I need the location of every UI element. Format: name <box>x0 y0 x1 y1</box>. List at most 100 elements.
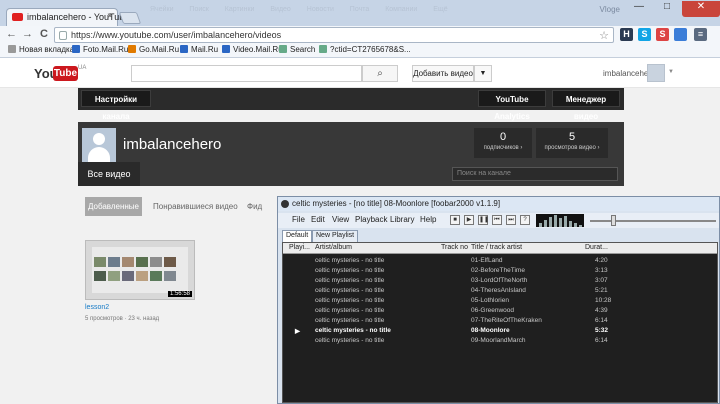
forward-arrow-icon[interactable]: → <box>22 28 33 40</box>
video-title-link[interactable]: lesson2 <box>85 304 109 311</box>
playlist-row[interactable]: celtic mysteries - no title 04-TheresAnI… <box>283 286 717 296</box>
menu-library[interactable]: Library <box>390 215 414 224</box>
new-tab-button[interactable] <box>118 12 142 24</box>
back-arrow-icon[interactable]: ← <box>6 28 17 40</box>
bookmark-star-icon[interactable]: ☆ <box>599 29 609 42</box>
bookmark-label: ?ctid=CT2765678&S... <box>330 45 411 54</box>
track-duration: 6:14 <box>595 317 608 324</box>
track-duration: 4:39 <box>595 307 608 314</box>
column-duration[interactable]: Durat... <box>585 244 608 251</box>
skype-extension-icon[interactable]: S <box>638 28 651 41</box>
bookmark-item[interactable]: Новая вкладка <box>8 45 74 54</box>
track-artist: celtic mysteries - no title <box>315 297 385 304</box>
track-title: 04-TheresAnIsland <box>471 287 526 294</box>
filter-feed[interactable]: Фид <box>247 197 262 216</box>
column-playing[interactable]: Playi... <box>289 244 310 251</box>
playlist-row[interactable]: celtic mysteries - no title 03-LordOfThe… <box>283 276 717 286</box>
column-title[interactable]: Title / track artist <box>471 244 522 251</box>
thumb-tile <box>122 271 134 281</box>
tab-new-playlist[interactable]: New Playlist <box>312 230 359 242</box>
thumb-tile <box>108 257 120 267</box>
playlist-row[interactable]: celtic mysteries - no title 06-Greenwood… <box>283 306 717 316</box>
track-artist: celtic mysteries - no title <box>315 307 385 314</box>
track-duration: 5:21 <box>595 287 608 294</box>
search-icon: ⌕ <box>377 68 383 79</box>
browser-tab[interactable]: imbalancehero - YouTube × <box>6 8 129 26</box>
spectrum-bar <box>549 217 552 227</box>
bookmark-item[interactable]: Mail.Ru <box>180 45 218 54</box>
next-icon[interactable]: ⏭ <box>506 215 516 225</box>
filter-liked[interactable]: Понравившиеся видео <box>153 197 238 216</box>
tab-all-videos[interactable]: Все видео <box>78 162 140 186</box>
subscribers-stat[interactable]: 0 подписчиков › <box>474 128 532 158</box>
minimize-button[interactable]: — <box>626 1 652 17</box>
playlist-row[interactable]: celtic mysteries - no title 01-ElfLand 4… <box>283 256 717 266</box>
bookmark-item[interactable]: Video.Mail.Ru <box>222 45 283 54</box>
playlist-row-now-playing[interactable]: ▶ celtic mysteries - no title 08-Moonlor… <box>283 326 717 336</box>
track-duration: 4:20 <box>595 257 608 264</box>
avatar[interactable] <box>647 64 665 82</box>
reload-icon[interactable]: C <box>40 28 48 40</box>
extension-h-icon[interactable]: H <box>620 28 633 41</box>
bookmark-item[interactable]: Foto.Mail.Ru <box>72 45 128 54</box>
track-duration: 10:28 <box>595 297 612 304</box>
bookmark-item[interactable]: Search <box>279 45 315 54</box>
maximize-button[interactable]: □ <box>654 1 680 17</box>
seek-handle[interactable] <box>611 215 616 226</box>
pause-icon[interactable]: ❚❚ <box>478 215 489 225</box>
menu-help[interactable]: Help <box>420 215 436 224</box>
spectrum-visualizer <box>536 214 584 227</box>
channel-avatar[interactable] <box>82 128 116 162</box>
bookmark-label: Go.Mail.Ru <box>139 45 180 54</box>
channel-settings-button[interactable]: Настройки канала <box>81 90 151 121</box>
play-icon[interactable]: ▶ <box>464 215 474 225</box>
tab-close-icon[interactable]: × <box>107 11 113 22</box>
views-stat[interactable]: 5 просмотров видео › <box>536 128 608 158</box>
column-artist-album[interactable]: Artist/album <box>315 244 352 251</box>
extension-blue-icon[interactable] <box>674 28 687 41</box>
column-track-no[interactable]: Track no <box>441 244 468 251</box>
bookmark-item[interactable]: ?ctid=CT2765678&S... <box>319 45 411 54</box>
channel-search-input[interactable]: Поиск на канале <box>452 167 618 181</box>
thumb-tile <box>108 271 120 281</box>
profile-label[interactable]: Vloge <box>600 5 620 14</box>
track-duration: 5:32 <box>595 327 609 334</box>
close-window-button[interactable]: ✕ <box>682 1 720 17</box>
chevron-down-icon[interactable]: ▼ <box>668 69 674 75</box>
video-mailru-icon <box>222 45 230 53</box>
video-manager-button[interactable]: Менеджер видео <box>552 90 620 121</box>
menu-view[interactable]: View <box>332 215 349 224</box>
menu-playback[interactable]: Playback <box>355 215 387 224</box>
upload-dropdown-button[interactable]: ▼ <box>474 65 492 82</box>
search-button[interactable]: ⌕ <box>362 65 398 82</box>
menu-file[interactable]: File <box>292 215 305 224</box>
video-thumbnail[interactable]: 1:56:58 <box>85 240 195 300</box>
track-artist: celtic mysteries - no title <box>315 277 385 284</box>
extension-s-icon[interactable]: S <box>656 28 669 41</box>
spectrum-bar <box>579 225 582 227</box>
upload-button[interactable]: Добавить видео <box>412 65 474 82</box>
playlist-row[interactable]: celtic mysteries - no title 02-BeforeThe… <box>283 266 717 276</box>
previous-icon[interactable]: ⏮ <box>492 215 502 225</box>
playlist-row[interactable]: celtic mysteries - no title 07-TheRiteOf… <box>283 316 717 326</box>
new-tab-icon <box>8 45 16 53</box>
random-icon[interactable]: ? <box>520 215 530 225</box>
window-controls: — □ ✕ <box>624 0 720 18</box>
stop-icon[interactable]: ■ <box>450 215 460 225</box>
address-bar[interactable]: https://www.youtube.com/user/imbalancehe… <box>54 27 614 43</box>
menu-edit[interactable]: Edit <box>311 215 325 224</box>
youtube-logo[interactable]: You Tube <box>34 66 78 82</box>
filter-uploaded[interactable]: Добавленные <box>85 197 142 216</box>
chrome-menu-icon[interactable]: ≡ <box>694 28 707 41</box>
analytics-button[interactable]: YouTube Analytics <box>478 90 546 121</box>
playlist-row[interactable]: celtic mysteries - no title 09-MoorlandM… <box>283 336 717 346</box>
playlist-view: Playi... Artist/album Track no Title / t… <box>282 242 718 403</box>
foobar-title-bar[interactable]: celtic mysteries - [no title] 08-Moonlor… <box>278 197 719 211</box>
url-text[interactable]: https://www.youtube.com/user/imbalancehe… <box>71 30 281 40</box>
bookmark-item[interactable]: Go.Mail.Ru <box>128 45 179 54</box>
globe-icon <box>319 45 327 53</box>
search-input[interactable] <box>131 65 362 82</box>
tab-default-playlist[interactable]: Default <box>282 230 313 242</box>
seek-bar[interactable] <box>590 220 716 222</box>
playlist-row[interactable]: celtic mysteries - no title 05-Lothlorie… <box>283 296 717 306</box>
